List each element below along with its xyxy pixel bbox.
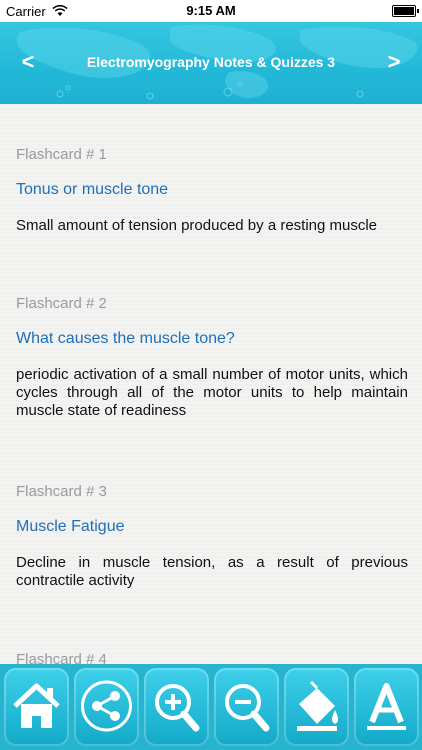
flashcard: Flashcard # 1 Tonus or muscle tone Small… bbox=[16, 146, 408, 235]
flashcard-label: Flashcard # 4 bbox=[16, 651, 107, 664]
flashcard-answer: Small amount of tension produced by a re… bbox=[16, 217, 378, 234]
flashcard-question: What causes the muscle tone? bbox=[16, 330, 235, 347]
zoom-in-icon bbox=[155, 684, 200, 732]
font-icon bbox=[367, 683, 406, 730]
flashcard: Flashcard # 4 bbox=[16, 651, 408, 664]
zoom-out-icon bbox=[225, 684, 270, 732]
home-icon bbox=[13, 683, 60, 728]
battery-icon bbox=[392, 5, 419, 17]
previous-button[interactable]: < bbox=[14, 48, 42, 76]
home-button[interactable] bbox=[4, 668, 69, 746]
page-title: Electromyography Notes & Quizzes 3 bbox=[86, 54, 336, 70]
status-time: 9:15 AM bbox=[186, 3, 236, 18]
flashcard-answer: Decline in muscle tension, as a result o… bbox=[16, 554, 408, 589]
next-button[interactable]: > bbox=[380, 48, 408, 76]
flashcard-question: Muscle Fatigue bbox=[16, 518, 125, 535]
bottom-toolbar bbox=[0, 664, 422, 750]
flashcard-label: Flashcard # 1 bbox=[16, 146, 107, 163]
flashcard-answer: periodic activation of a small number of… bbox=[16, 366, 408, 419]
font-button[interactable] bbox=[354, 668, 419, 746]
paint-bucket-icon bbox=[297, 680, 338, 731]
status-bar: Carrier 9:15 AM bbox=[0, 0, 422, 22]
share-icon bbox=[81, 680, 132, 732]
flashcard-label: Flashcard # 2 bbox=[16, 295, 107, 312]
header-bar: < Electromyography Notes & Quizzes 3 > bbox=[0, 22, 422, 104]
zoom-out-button[interactable] bbox=[214, 668, 279, 746]
battery-fill bbox=[394, 7, 414, 15]
flashcard-question: Tonus or muscle tone bbox=[16, 181, 169, 198]
zoom-in-button[interactable] bbox=[144, 668, 209, 746]
theme-button[interactable] bbox=[284, 668, 349, 746]
flashcard-list[interactable]: Flashcard # 1 Tonus or muscle tone Small… bbox=[0, 104, 422, 664]
flashcard: Flashcard # 3 Muscle Fatigue Decline in … bbox=[16, 483, 408, 590]
share-button[interactable] bbox=[74, 668, 139, 746]
flashcard-label: Flashcard # 3 bbox=[16, 483, 107, 500]
flashcard: Flashcard # 2 What causes the muscle ton… bbox=[16, 295, 408, 420]
